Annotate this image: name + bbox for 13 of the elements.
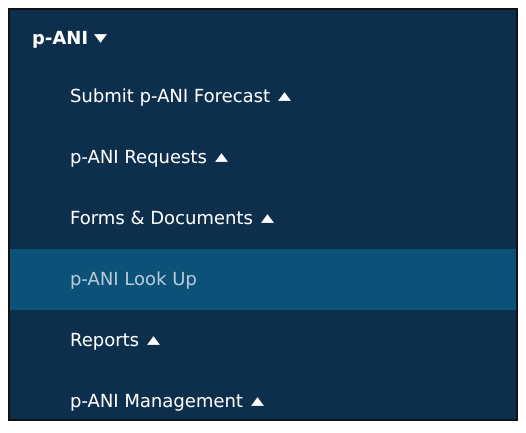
menu-item[interactable]: p-ANI Management [10, 371, 516, 419]
menu-item[interactable]: p-ANI Look Up [10, 249, 516, 310]
menu-item[interactable]: p-ANI Requests [10, 127, 516, 188]
caret-icon [214, 153, 228, 162]
menu-item[interactable]: Submit p-ANI Forecast [10, 66, 516, 127]
menu-item[interactable]: Reports [10, 310, 516, 371]
caret-icon [94, 34, 108, 42]
caret-icon [147, 336, 160, 345]
caret-icon [260, 214, 274, 223]
menu-header[interactable]: p-ANI [10, 10, 516, 66]
caret-icon [278, 92, 292, 101]
caret-icon [250, 397, 264, 406]
menu-item[interactable]: Forms & Documents [10, 188, 516, 249]
